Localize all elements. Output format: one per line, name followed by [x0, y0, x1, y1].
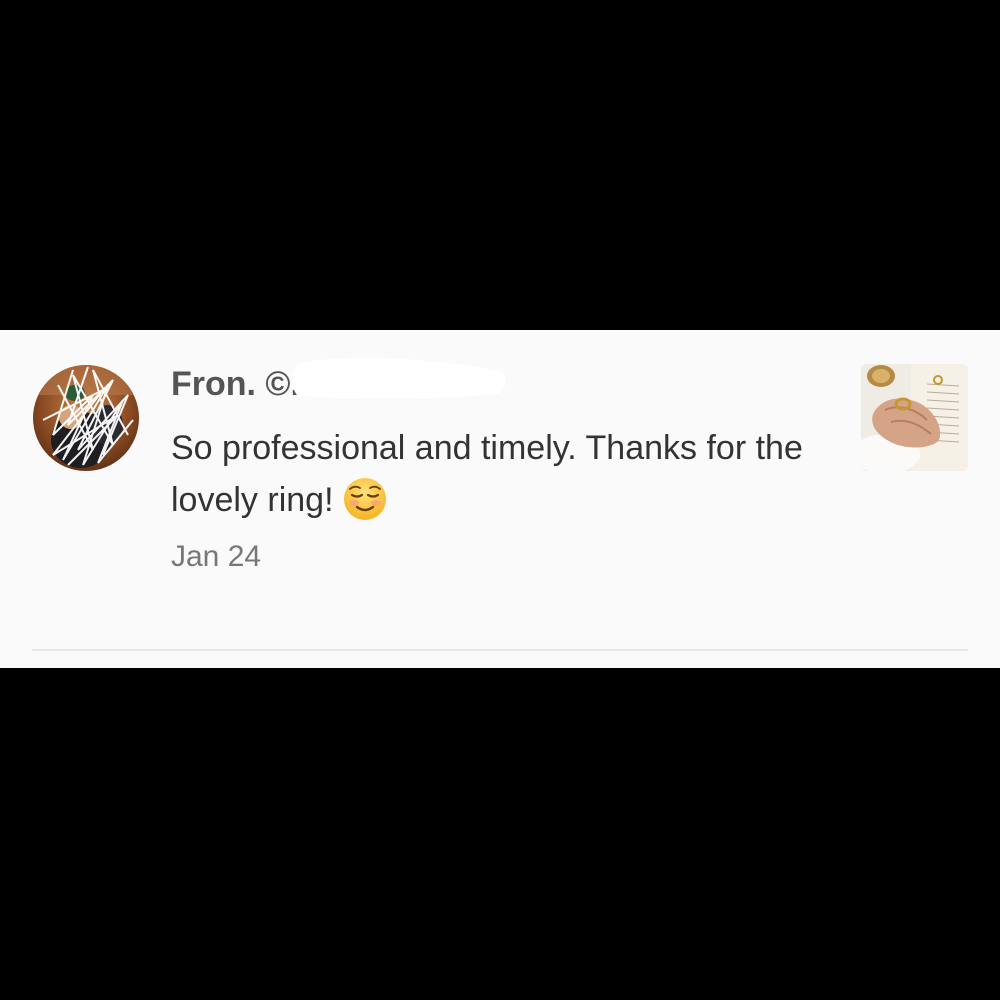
review-comment: So professional and timely. Thanks for t… — [171, 422, 821, 526]
review-comment-text: So professional and timely. Thanks for t… — [171, 429, 803, 519]
divider — [32, 649, 968, 651]
reviewer-avatar[interactable] — [33, 365, 139, 471]
review-card: Fron. ©. So professional and timely. Tha… — [0, 330, 1000, 668]
screenshot-frame: Fron. ©. So professional and timely. Tha… — [0, 0, 1000, 1000]
review-date: Jan 24 — [171, 540, 262, 573]
redaction-mark — [292, 357, 506, 399]
ring-photo-thumbnail[interactable] — [861, 364, 968, 471]
smiling-face-icon — [342, 476, 388, 522]
